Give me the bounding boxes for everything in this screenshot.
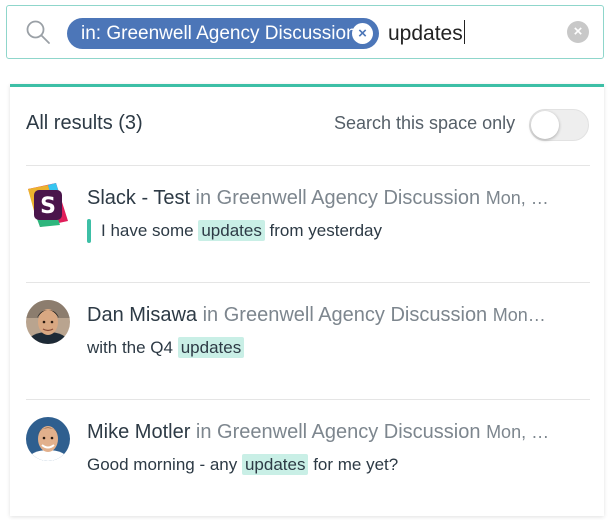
space-filter-label: in: Greenwell Agency Discussion xyxy=(81,23,357,44)
snippet-text: Good morning - any xyxy=(87,455,242,474)
search-space-only-toggle[interactable] xyxy=(529,109,589,141)
results-panel: All results (3) Search this space only S… xyxy=(10,84,604,516)
result-time: Mon, … xyxy=(485,188,549,208)
result-time: Mon… xyxy=(492,305,546,325)
search-bar[interactable]: in: Greenwell Agency Discussion × update… xyxy=(6,5,604,59)
snippet-text: from yesterday xyxy=(264,221,382,240)
result-space: in Greenwell Agency Discussion xyxy=(190,187,481,209)
result-author: Dan Misawa xyxy=(87,304,198,326)
snippet-text: with the Q4 xyxy=(87,338,178,357)
result-snippet: Good morning - any updates for me yet? xyxy=(87,452,398,478)
result-space: in Greenwell Agency Discussion xyxy=(190,421,481,443)
search-highlight: updates xyxy=(241,454,309,475)
result-time: Mon, … xyxy=(486,422,550,442)
result-snippet: with the Q4 updates xyxy=(87,335,245,361)
results-count: All results (3) xyxy=(26,112,143,134)
svg-text:S: S xyxy=(40,194,56,219)
result-author: Slack - Test xyxy=(87,187,190,209)
result-title: Slack - Test in Greenwell Agency Discuss… xyxy=(87,185,577,211)
results-header: All results (3) Search this space only xyxy=(10,87,604,165)
slack-logo-icon: S xyxy=(26,183,70,227)
quote-bar xyxy=(87,219,91,243)
result-item[interactable]: Mike Motler in Greenwell Agency Discussi… xyxy=(10,400,604,516)
search-input[interactable]: updates xyxy=(388,18,466,49)
scope-toggle-label: Search this space only xyxy=(334,113,516,133)
snippet-text: for me yet? xyxy=(308,455,399,474)
clear-search-icon[interactable]: × xyxy=(567,21,589,43)
user-avatar xyxy=(26,417,70,461)
toggle-knob xyxy=(531,111,559,139)
result-item[interactable]: Dan Misawa in Greenwell Agency Discussio… xyxy=(10,283,604,399)
result-title: Mike Motler in Greenwell Agency Discussi… xyxy=(87,419,577,445)
space-filter-chip[interactable]: in: Greenwell Agency Discussion × xyxy=(67,18,379,49)
remove-filter-icon[interactable]: × xyxy=(352,23,373,44)
snippet-text: I have some xyxy=(101,221,199,240)
search-highlight: updates xyxy=(198,220,265,241)
result-snippet: I have some updates from yesterday xyxy=(87,218,382,244)
result-author: Mike Motler xyxy=(87,421,191,443)
result-item[interactable]: S Slack - Test in Greenwell Agency Discu… xyxy=(10,166,604,282)
search-highlight: updates xyxy=(177,337,245,358)
result-space: in Greenwell Agency Discussion xyxy=(197,304,488,326)
text-caret xyxy=(463,20,466,44)
result-title: Dan Misawa in Greenwell Agency Discussio… xyxy=(87,302,577,328)
user-avatar xyxy=(26,300,70,344)
search-icon xyxy=(25,19,51,45)
search-query: updates xyxy=(388,22,463,45)
